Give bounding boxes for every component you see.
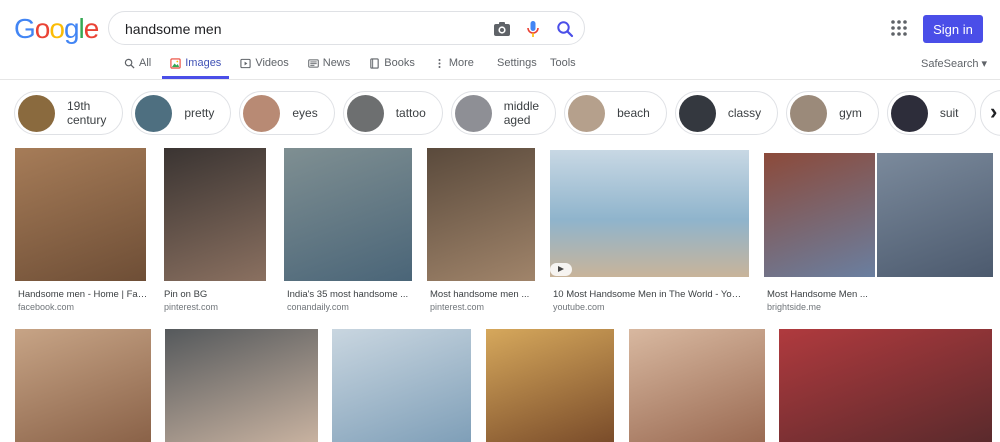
chevron-right-icon: › — [990, 99, 998, 124]
chip[interactable]: eyes — [239, 91, 335, 135]
chip-label: suit — [939, 106, 959, 120]
result-image[interactable] — [165, 329, 318, 442]
tools-link[interactable]: Tools — [550, 57, 576, 69]
chip-label: tattoo — [395, 106, 426, 120]
result-image[interactable] — [15, 148, 146, 281]
result-source: facebook.com — [18, 302, 75, 312]
chip-thumbnail — [135, 94, 173, 132]
tab-label: Videos — [255, 57, 289, 69]
result-source: pinterest.com — [430, 302, 485, 312]
chip-thumbnail — [678, 94, 716, 132]
result-title[interactable]: Most handsome men ... — [430, 289, 538, 300]
chip-label: beach — [617, 106, 650, 120]
more-vert-icon — [438, 59, 441, 68]
result-image[interactable] — [332, 329, 471, 442]
result-image[interactable] — [877, 153, 993, 277]
search-icon — [124, 58, 135, 69]
tab-more[interactable]: More — [434, 55, 474, 79]
chip-label: eyes — [292, 106, 318, 120]
chip-thumbnail — [454, 94, 492, 132]
chip[interactable]: 19th century — [14, 91, 124, 135]
play-icon — [550, 263, 572, 276]
result-source: pinterest.com — [164, 302, 219, 312]
tab-label: More — [448, 57, 474, 69]
tab-label: All — [139, 57, 152, 69]
chip-label: gym — [839, 106, 862, 120]
tab-label: Books — [384, 57, 415, 69]
book-icon — [370, 58, 379, 69]
chip[interactable]: tattoo — [342, 91, 443, 135]
chip-label: pretty — [184, 106, 215, 120]
result-source: youtube.com — [553, 302, 605, 312]
result-title[interactable]: Most Handsome Men ... — [767, 289, 877, 300]
tab-images[interactable]: Images — [162, 55, 230, 79]
result-image[interactable] — [427, 148, 535, 281]
chip[interactable]: gym — [786, 91, 879, 135]
mic-icon[interactable] — [523, 19, 543, 39]
chip-label: middle aged — [503, 99, 540, 127]
google-logo[interactable]: Google — [14, 13, 100, 45]
logo-letter: g — [63, 13, 80, 44]
result-title[interactable]: Handsome men - Home | Fac... — [18, 289, 148, 300]
news-icon — [307, 59, 319, 68]
image-icon — [170, 58, 181, 69]
result-title[interactable]: India's 35 most handsome ... — [287, 289, 412, 300]
tab-label: Images — [185, 57, 222, 69]
chip-label: 19th century — [67, 99, 107, 127]
logo-letter: G — [14, 13, 36, 44]
logo-letter: o — [34, 13, 51, 44]
result-source: conandaily.com — [287, 302, 349, 312]
settings-link[interactable]: Settings — [497, 57, 537, 69]
chip-thumbnail — [568, 94, 606, 132]
chip[interactable]: classy — [674, 91, 779, 135]
result-image[interactable] — [764, 153, 875, 277]
chip-thumbnail — [18, 94, 55, 132]
result-image[interactable] — [15, 329, 151, 442]
search-input[interactable] — [125, 19, 465, 39]
search-icon[interactable] — [555, 19, 575, 39]
search-box[interactable] — [108, 11, 585, 45]
tab-news[interactable]: News — [307, 55, 351, 79]
logo-letter: e — [83, 13, 100, 44]
logo-letter: o — [49, 13, 65, 44]
chip[interactable]: pretty — [131, 91, 232, 135]
result-title[interactable]: 10 Most Handsome Men in The World - YouT… — [553, 289, 745, 300]
sign-in-button[interactable]: Sign in — [923, 15, 983, 43]
chip[interactable]: suit — [886, 91, 976, 135]
result-title[interactable]: Pin on BG — [164, 289, 264, 300]
result-image[interactable] — [284, 148, 412, 281]
chip-thumbnail — [890, 94, 928, 132]
apps-grid-icon[interactable] — [890, 19, 908, 37]
result-image[interactable] — [550, 150, 749, 277]
result-source: brightside.me — [767, 302, 822, 312]
result-image[interactable] — [164, 148, 266, 281]
chip[interactable]: beach — [564, 91, 667, 135]
tab-all[interactable]: All — [124, 55, 151, 79]
chip[interactable]: middle aged — [450, 91, 557, 135]
result-image[interactable] — [779, 329, 992, 442]
top-bar: Google Sign in All — [0, 0, 1000, 80]
chip-thumbnail — [243, 94, 281, 132]
chip-thumbnail — [346, 94, 384, 132]
tab-label: News — [322, 57, 351, 69]
result-image[interactable] — [629, 329, 765, 442]
safesearch-toggle[interactable]: SafeSearch ▾ — [921, 57, 987, 70]
result-image[interactable] — [486, 329, 614, 442]
tab-books[interactable]: Books — [369, 55, 415, 79]
chip-label: classy — [727, 106, 762, 120]
camera-icon[interactable] — [492, 19, 512, 39]
video-icon — [240, 58, 251, 69]
chip-thumbnail — [790, 94, 828, 132]
search-tabs: All Images Videos News Books More — [124, 55, 493, 79]
tab-videos[interactable]: Videos — [240, 55, 289, 79]
related-chips: 19th century pretty eyes tattoo middle a… — [14, 91, 1000, 137]
